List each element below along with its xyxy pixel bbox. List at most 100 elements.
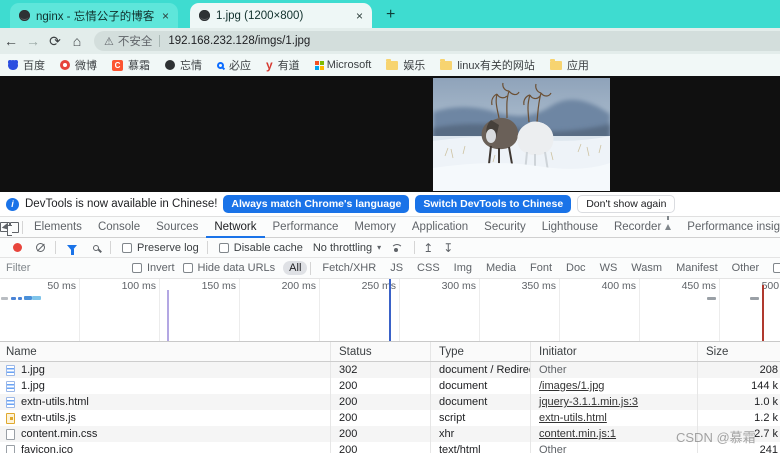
pill-css[interactable]: CSS	[411, 261, 446, 275]
reindeer-photo[interactable]	[433, 78, 610, 191]
table-row[interactable]: extn-utils.html 200 document jquery-3.1.…	[0, 394, 780, 410]
request-name: extn-utils.js	[21, 412, 77, 424]
timeline-tick: 350 ms	[480, 279, 560, 341]
invert-checkbox[interactable]	[132, 263, 142, 273]
preserve-log-checkbox[interactable]	[122, 242, 132, 253]
pill-img[interactable]: Img	[448, 261, 478, 275]
network-overview-timeline[interactable]: 50 ms 100 ms 150 ms 200 ms 250 ms 300 ms…	[0, 279, 780, 342]
bookmark-folder-yule[interactable]: 娱乐	[386, 57, 425, 73]
tab-recorder[interactable]: Recorder	[606, 216, 679, 238]
column-header-status[interactable]: Status	[330, 342, 430, 361]
not-secure-warning-icon[interactable]: ⚠	[104, 35, 114, 48]
table-row[interactable]: 1.jpg 200 document /images/1.jpg 144 k	[0, 378, 780, 394]
tab-performance[interactable]: Performance	[265, 217, 347, 238]
request-initiator-link[interactable]: jquery-3.1.1.min.js:3	[539, 396, 638, 408]
pill-all[interactable]: All	[283, 261, 308, 275]
pill-js[interactable]: JS	[384, 261, 409, 275]
url-text[interactable]: 192.168.232.128/imgs/1.jpg	[168, 35, 310, 47]
bookmark-wangqing[interactable]: 忘情	[165, 57, 202, 73]
tab-network[interactable]: Network	[206, 217, 264, 238]
pill-ws[interactable]: WS	[594, 261, 624, 275]
request-initiator-link[interactable]: extn-utils.html	[539, 412, 607, 424]
tab-lighthouse[interactable]: Lighthouse	[534, 217, 606, 238]
has-blocked-cookies-checkbox[interactable]	[773, 263, 780, 273]
bookmark-folder-apps[interactable]: 应用	[549, 57, 589, 73]
pill-doc[interactable]: Doc	[560, 261, 592, 275]
table-row[interactable]: content.min.css 200 xhr content.min.js:1…	[0, 426, 780, 442]
filter-input[interactable]	[6, 262, 124, 274]
pill-wasm[interactable]: Wasm	[625, 261, 668, 275]
bookmark-microsoft[interactable]: Microsoft	[314, 59, 372, 71]
clear-icon[interactable]	[36, 243, 45, 252]
timeline-tick: 250 ms	[320, 279, 400, 341]
network-conditions-icon[interactable]	[390, 244, 404, 252]
bookmark-label: Microsoft	[326, 59, 372, 71]
tab-console[interactable]: Console	[90, 217, 148, 238]
new-tab-button[interactable]: +	[386, 6, 395, 24]
device-toolbar-button[interactable]	[7, 221, 19, 236]
address-bar[interactable]: ⚠ 不安全 192.168.232.128/imgs/1.jpg	[94, 31, 780, 51]
bookmark-baidu[interactable]: 百度	[8, 57, 45, 73]
table-row[interactable]: extn-utils.js 200 script extn-utils.html…	[0, 410, 780, 426]
disable-cache-checkbox[interactable]	[218, 242, 229, 253]
column-header-initiator[interactable]: Initiator	[530, 342, 697, 361]
waterfall-bar	[750, 297, 759, 300]
column-header-type[interactable]: Type	[430, 342, 530, 361]
pill-font[interactable]: Font	[524, 261, 558, 275]
request-initiator-link[interactable]: content.min.js:1	[539, 428, 616, 440]
folder-icon	[386, 58, 399, 70]
bookmark-label: 必应	[229, 60, 251, 72]
folder-icon	[549, 58, 562, 70]
bookmark-csdn[interactable]: C 慕霜	[112, 57, 150, 73]
device-toolbar-icon	[7, 221, 19, 236]
devtools-tab-bar: Elements Console Sources Network Perform…	[0, 216, 780, 238]
table-row[interactable]: favicon.ico 200 text/html Other 241	[0, 442, 780, 453]
pill-media[interactable]: Media	[480, 261, 522, 275]
bookmark-folder-linux[interactable]: linux有关的网站	[440, 57, 535, 73]
weibo-icon	[60, 60, 70, 70]
timeline-marker-purple	[167, 290, 169, 341]
bing-search-icon	[217, 61, 224, 69]
throttling-select[interactable]: No throttling	[313, 242, 372, 254]
column-header-name[interactable]: Name	[0, 346, 330, 358]
pill-manifest[interactable]: Manifest	[670, 261, 724, 275]
record-icon[interactable]	[13, 243, 22, 252]
filter-funnel-icon[interactable]	[67, 244, 77, 255]
pill-other[interactable]: Other	[726, 261, 766, 275]
export-har-icon[interactable]: ↧	[443, 241, 453, 255]
divider	[310, 261, 312, 275]
browser-tab-1jpg[interactable]: 1.jpg (1200×800) ×	[190, 3, 372, 28]
search-icon[interactable]	[93, 244, 99, 251]
document-icon	[6, 396, 15, 408]
bookmark-bing[interactable]: 必应	[217, 57, 251, 73]
document-icon	[6, 380, 15, 392]
column-header-size[interactable]: Size	[697, 342, 780, 361]
pill-fetch-xhr[interactable]: Fetch/XHR	[316, 261, 382, 275]
chevron-down-icon: ▾	[377, 243, 382, 252]
bookmark-weibo[interactable]: 微博	[60, 57, 97, 73]
always-match-language-button[interactable]: Always match Chrome's language	[223, 195, 410, 213]
hide-data-urls-checkbox[interactable]	[182, 263, 193, 273]
forward-button[interactable]: →	[22, 33, 44, 49]
home-button[interactable]: ⌂	[66, 33, 88, 49]
switch-to-chinese-button[interactable]: Switch DevTools to Chinese	[415, 195, 572, 213]
bookmark-youdao[interactable]: y 有道	[266, 57, 300, 73]
bookmark-label: linux有关的网站	[457, 60, 535, 72]
tab-application[interactable]: Application	[404, 217, 476, 238]
tab-security[interactable]: Security	[476, 217, 534, 238]
tab-close-icon[interactable]: ×	[356, 9, 363, 23]
request-status: 302	[330, 362, 430, 378]
request-initiator-link[interactable]: /images/1.jpg	[539, 380, 604, 392]
reload-button[interactable]: ⟳	[44, 33, 66, 50]
timeline-tick: 100 ms	[80, 279, 160, 341]
dont-show-again-button[interactable]: Don't show again	[577, 195, 676, 213]
browser-tab-nginx[interactable]: nginx - 忘情公子的博客 ×	[10, 3, 178, 28]
table-row[interactable]: 1.jpg 302 document / Redirect Other 208	[0, 362, 780, 378]
tab-performance-insights[interactable]: Performance insights	[679, 217, 780, 238]
tab-sources[interactable]: Sources	[148, 217, 206, 238]
tab-close-icon[interactable]: ×	[162, 9, 169, 23]
import-har-icon[interactable]: ↥	[423, 241, 433, 255]
tab-memory[interactable]: Memory	[346, 217, 404, 238]
back-button[interactable]: ←	[0, 33, 22, 49]
tab-elements[interactable]: Elements	[26, 217, 90, 238]
